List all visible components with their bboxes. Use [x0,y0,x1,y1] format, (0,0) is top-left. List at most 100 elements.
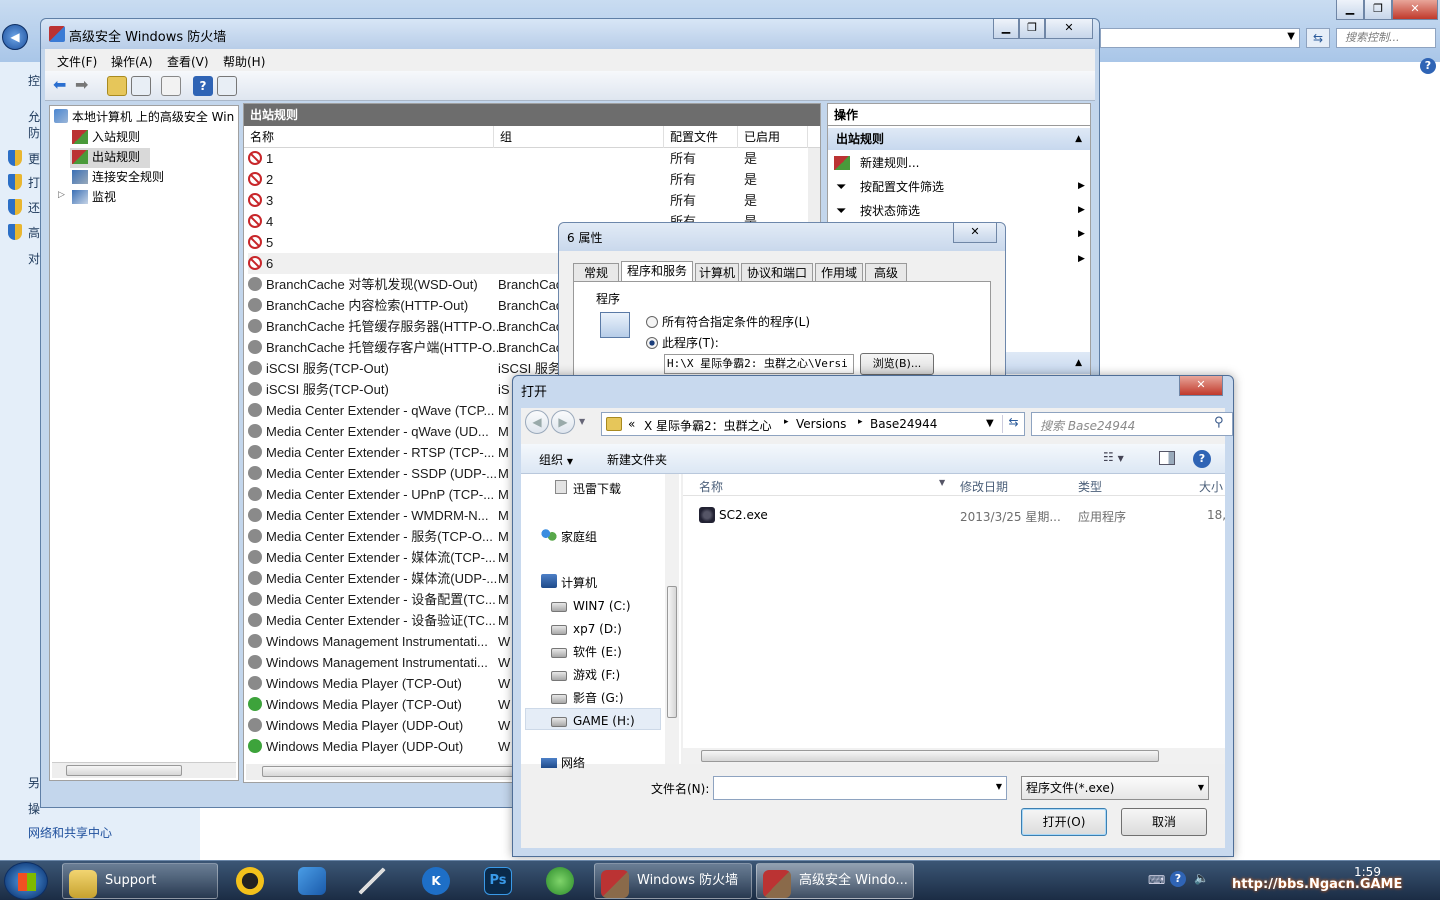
help-icon[interactable]: ? [1193,450,1211,468]
sidebar-link[interactable]: 打 [28,174,40,191]
forward-icon[interactable]: ▶ [551,410,575,434]
keyboard-icon[interactable]: ⌨ [1148,873,1165,887]
taskbar-advanced-firewall[interactable]: 高级安全 Windo... [756,863,914,899]
collapse-icon[interactable]: ▲ [1075,128,1082,150]
tree-hscrollbar[interactable] [52,762,236,778]
action-filter-state[interactable]: 按状态筛选 [860,200,920,222]
new-folder-button[interactable]: 新建文件夹 [607,451,667,468]
close-button[interactable]: ✕ [1392,0,1438,20]
filetype-select[interactable]: 程序文件(*.exe) ▼ [1021,776,1209,800]
taskbar-support[interactable]: Support [62,863,218,899]
tab-advanced[interactable]: 高级 [865,263,907,281]
tree-item-monitor[interactable]: 监视 [92,188,116,205]
column-enabled[interactable]: 已启用 [738,126,808,148]
breadcrumb-overflow[interactable]: « [628,417,635,431]
breadcrumb-base[interactable]: Base24944 [870,417,937,431]
minimize-button[interactable]: ▁ [993,19,1019,39]
menu-file[interactable]: 文件(F) [57,53,97,70]
chevron-down-icon[interactable]: ▼ [996,782,1002,791]
nav-drive-d[interactable]: xp7 (D:) [551,618,622,640]
taskbar-windows-firewall[interactable]: Windows 防火墙 [594,863,752,899]
back-icon[interactable]: ◀ [525,410,549,434]
column-profile[interactable]: 配置文件 [664,126,738,148]
file-hscrollbar[interactable] [683,748,1225,764]
chevron-down-icon[interactable]: ▼ [1287,31,1295,42]
sidebar-link[interactable]: 高 [28,224,40,241]
column-date[interactable]: 修改日期 [960,478,1008,495]
scroll-thumb[interactable] [66,765,182,776]
scroll-thumb[interactable] [262,766,522,777]
table-row[interactable]: 1 所有 是 [248,148,800,169]
nav-computer[interactable]: 计算机 [561,572,597,594]
close-button[interactable]: ✕ [1045,19,1093,39]
help-icon[interactable]: ? [193,76,213,96]
cancel-button[interactable]: 取消 [1121,808,1207,836]
breadcrumb-versions[interactable]: Versions [796,417,846,431]
collapse-icon[interactable]: ▲ [1075,352,1082,374]
back-arrow-icon[interactable]: ◀ [2,24,28,50]
nav-drive-c[interactable]: WIN7 (C:) [551,595,631,617]
recent-dropdown-icon[interactable]: ▼ [579,417,585,426]
column-name[interactable]: 名称 [244,126,494,148]
list-hscrollbar[interactable] [246,764,556,780]
help-icon[interactable]: ? [1170,871,1186,887]
app-bird-icon[interactable] [298,867,326,895]
column-size[interactable]: 大小 [1199,478,1223,495]
up-folder-icon[interactable] [107,76,127,96]
nav-drive-f[interactable]: 游戏 (F:) [551,664,620,686]
chevron-down-icon[interactable]: ▼ [939,478,945,487]
tree-root[interactable]: 本地计算机 上的高级安全 Win [72,108,238,125]
forward-icon[interactable]: ➡ [75,76,95,96]
list-vscrollbar[interactable] [808,148,820,228]
maximize-button[interactable]: ❐ [1364,0,1392,20]
view-options-icon[interactable]: ☷ ▼ [1103,450,1124,464]
nav-drive-g[interactable]: 影音 (G:) [551,687,624,709]
tab-general[interactable]: 常规 [573,263,619,281]
refresh-icon[interactable]: ⇆ [1306,28,1330,48]
column-group[interactable]: 组 [494,126,664,148]
tree-item-connection-security[interactable]: 连接安全规则 [92,168,164,185]
radio-this-program[interactable] [646,337,658,349]
column-type[interactable]: 类型 [1078,478,1102,495]
back-icon[interactable]: ⬅ [53,76,73,96]
action-filter-profile[interactable]: 按配置文件筛选 [860,176,944,198]
tab-scope[interactable]: 作用域 [815,263,863,281]
brush-icon[interactable] [358,867,386,895]
action-new-rule[interactable]: 新建规则... [860,152,919,174]
sidebar-link[interactable]: 更 [28,150,40,167]
table-row[interactable]: 2 所有 是 [248,169,800,190]
action-pane-icon[interactable] [217,76,237,96]
actions-section-header[interactable]: 出站规则 ▲ [828,128,1090,150]
network-center-link[interactable]: 网络和共享中心 [28,824,112,841]
show-tree-icon[interactable] [131,76,151,96]
nav-drive-h[interactable]: GAME (H:) [551,710,635,732]
tab-computers[interactable]: 计算机 [695,263,739,281]
browse-button[interactable]: 浏览(B)... [860,353,934,375]
nav-homegroup[interactable]: 家庭组 [561,526,597,548]
maximize-button[interactable]: ❐ [1019,19,1045,39]
qq-icon[interactable] [236,867,264,895]
sidebar-link[interactable]: 还 [28,199,40,216]
search-input[interactable]: 搜索控制... [1336,28,1436,48]
nav-network[interactable]: 网络 [561,752,585,774]
scroll-thumb[interactable] [701,750,1159,762]
close-button[interactable]: ✕ [1179,376,1223,396]
volume-icon[interactable]: 🔈 [1194,871,1209,885]
menu-action[interactable]: 操作(A) [111,53,153,70]
menu-help[interactable]: 帮助(H) [223,53,265,70]
help-icon[interactable]: ? [1420,58,1436,74]
browser-icon[interactable] [546,867,574,895]
close-button[interactable]: ✕ [953,223,997,243]
tree-item-inbound[interactable]: 入站规则 [92,128,140,145]
open-button[interactable]: 打开(O) [1021,808,1107,836]
nav-scrollbar[interactable] [665,474,679,764]
expand-icon[interactable]: ▷ [58,190,65,200]
file-row[interactable]: SC2.exe 2013/3/25 星期... 应用程序 18, [683,504,1226,526]
search-box[interactable]: 搜索 Base24944 ⚲ [1031,412,1233,436]
photoshop-icon[interactable]: Ps [484,867,512,895]
preview-pane-icon[interactable] [1159,451,1175,465]
tab-programs-services[interactable]: 程序和服务 [621,261,693,281]
filename-input[interactable]: ▼ [713,776,1007,800]
breadcrumb-game-folder[interactable]: X 星际争霸2：虫群之心 [644,417,772,434]
export-icon[interactable] [161,76,181,96]
